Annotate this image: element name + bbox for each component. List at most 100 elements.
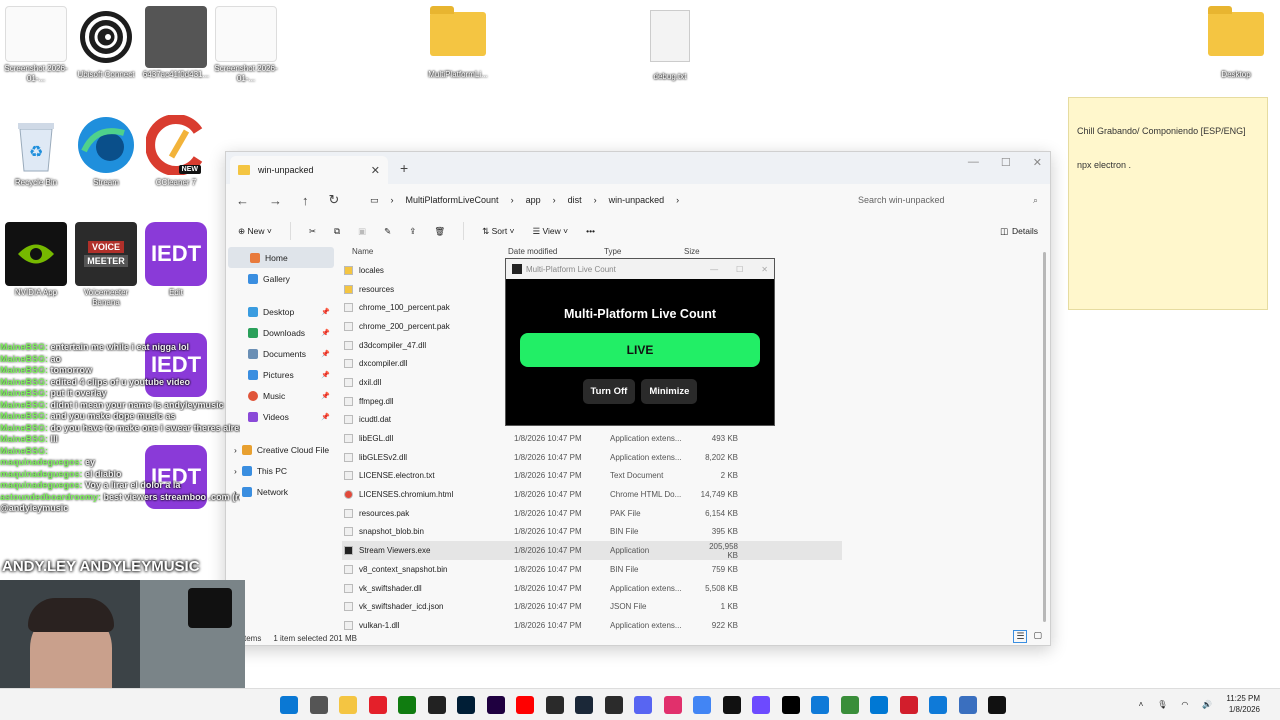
scrollbar[interactable] bbox=[1043, 252, 1046, 622]
file-row[interactable]: LICENSES.chromium.html 1/8/2026 10:47 PM C… bbox=[342, 485, 842, 504]
tab-win-unpacked[interactable]: win-unpacked ✕ bbox=[230, 156, 388, 184]
up-arrow-icon[interactable]: ↑ bbox=[302, 193, 309, 208]
taskbar-app-icon[interactable] bbox=[988, 696, 1006, 714]
taskbar-edge-alt-icon[interactable] bbox=[929, 696, 947, 714]
breadcrumb-item[interactable]: app bbox=[526, 195, 541, 205]
sidebar-item-videos[interactable]: Videos 📌 bbox=[226, 406, 336, 427]
desktop-icon-ubisoft-connect[interactable]: Ubisoft Connect bbox=[70, 6, 142, 80]
clock[interactable]: 11:25 PM 1/8/2026 bbox=[1226, 693, 1260, 715]
sidebar-item-music[interactable]: Music 📌 bbox=[226, 385, 336, 406]
desktop-icon-voicemeeter[interactable]: VOICE MEETER Voicemeeter Banana bbox=[70, 222, 142, 308]
file-row[interactable]: vk_swiftshader.dll 1/8/2026 10:47 PM Appli… bbox=[342, 579, 842, 598]
live-count-window[interactable]: Multi-Platform Live Count — ☐ ✕ Multi-Pl… bbox=[505, 258, 775, 426]
desktop-icon-multiplatform-folder[interactable]: MultiPlatformLi... bbox=[422, 6, 494, 80]
sidebar-item-home[interactable]: Home bbox=[228, 247, 334, 268]
sort-button[interactable]: ⇅ Sort ˅ bbox=[482, 226, 514, 237]
turn-off-button[interactable]: Turn Off bbox=[582, 379, 636, 404]
paste-icon[interactable]: ▣ bbox=[358, 226, 366, 237]
file-row[interactable]: Stream Viewers.exe 1/8/2026 10:47 PM Appli… bbox=[342, 541, 842, 560]
delete-icon[interactable]: 🗑 bbox=[434, 226, 445, 237]
sidebar-item-pictures[interactable]: Pictures 📌 bbox=[226, 364, 336, 385]
sidebar-item-this-pc[interactable]: › This PC bbox=[226, 460, 336, 481]
desktop-icon-nvidia-app[interactable]: NVIDIA App bbox=[0, 222, 72, 298]
desktop-icon-desktop-folder[interactable]: Desktop bbox=[1200, 6, 1272, 80]
column-name[interactable]: Name bbox=[342, 247, 508, 261]
taskbar-file-manager-icon[interactable] bbox=[309, 696, 328, 714]
more-options-button[interactable]: ••• bbox=[586, 226, 595, 236]
desktop-icon-edit[interactable]: IEDT Edit bbox=[140, 222, 212, 298]
chevron-up-icon[interactable]: ˄ bbox=[1139, 700, 1144, 709]
taskbar-windows-start-icon[interactable] bbox=[280, 696, 298, 714]
taskbar-minecraft-icon[interactable] bbox=[840, 696, 859, 714]
taskbar-epic-icon[interactable] bbox=[545, 696, 564, 714]
sidebar-item-creative-cloud[interactable]: › Creative Cloud File bbox=[226, 439, 336, 460]
taskbar-proton-icon[interactable] bbox=[752, 696, 770, 714]
breadcrumb-item[interactable]: MultiPlatformLiveCount bbox=[406, 195, 499, 205]
taskbar-instagram-icon[interactable] bbox=[663, 696, 682, 714]
close-window-icon[interactable]: ✕ bbox=[1033, 156, 1042, 169]
taskbar-folder-icon[interactable] bbox=[339, 696, 357, 714]
sidebar-item-gallery[interactable]: Gallery bbox=[226, 268, 336, 289]
minimize-button[interactable]: Minimize bbox=[641, 379, 698, 404]
desktop-icon-screenshot-2[interactable]: Screenshot 2026-01-... bbox=[210, 6, 282, 84]
refresh-icon[interactable]: ↻ bbox=[329, 192, 340, 208]
sidebar-item-documents[interactable]: Documents 📌 bbox=[226, 343, 336, 364]
maximize-window-icon[interactable]: ☐ bbox=[1001, 156, 1011, 169]
view-button[interactable]: ☰ View ˅ bbox=[533, 226, 569, 237]
minimize-window-icon[interactable]: — bbox=[710, 265, 718, 274]
file-row[interactable]: vulkan-1.dll 1/8/2026 10:47 PM Application… bbox=[342, 616, 842, 635]
sidebar-item-downloads[interactable]: Downloads 📌 bbox=[226, 322, 336, 343]
tiles-view-icon[interactable]: ▢ bbox=[1033, 630, 1042, 643]
taskbar-premiere-icon[interactable] bbox=[486, 696, 505, 714]
file-row[interactable]: libEGL.dll 1/8/2026 10:47 PM Application e… bbox=[342, 429, 842, 448]
taskbar-chrome-icon[interactable] bbox=[693, 696, 711, 714]
desktop-icon-stream[interactable]: Stream bbox=[70, 114, 142, 188]
taskbar-photoshop-icon[interactable] bbox=[457, 696, 475, 714]
live-button[interactable]: LIVE bbox=[520, 333, 760, 367]
sidebar-item-network[interactable]: › Network bbox=[226, 481, 336, 502]
desktop-icon-ccleaner[interactable]: NEW CCleaner 7 bbox=[140, 114, 212, 188]
search-input[interactable]: Search win-unpacked ⌕ bbox=[850, 188, 1046, 212]
back-arrow-icon[interactable]: ← bbox=[236, 193, 249, 208]
file-row[interactable]: libGLESv2.dll 1/8/2026 10:47 PM Applicatio… bbox=[342, 448, 842, 467]
details-view-icon[interactable]: ☰ bbox=[1013, 630, 1028, 643]
volume-icon[interactable]: 🔊 bbox=[1202, 700, 1212, 709]
close-window-icon[interactable]: ✕ bbox=[761, 265, 768, 274]
taskbar-edge-icon[interactable] bbox=[811, 696, 829, 714]
new-tab-icon[interactable]: + bbox=[400, 160, 408, 176]
taskbar-notepad-icon[interactable] bbox=[958, 696, 977, 714]
taskbar-capcut-red-icon[interactable] bbox=[899, 696, 918, 714]
minimize-window-icon[interactable]: — bbox=[968, 156, 979, 169]
taskbar-discord-icon[interactable] bbox=[634, 696, 652, 714]
file-row[interactable]: snapshot_blob.bin 1/8/2026 10:47 PM BIN Fi… bbox=[342, 523, 842, 542]
taskbar-steam-icon[interactable] bbox=[575, 696, 593, 714]
taskbar-capcut-icon[interactable] bbox=[781, 696, 800, 714]
share-icon[interactable]: ⇪ bbox=[409, 226, 416, 237]
wifi-icon[interactable]: ◠ bbox=[1181, 700, 1188, 709]
desktop-icon-recycle-bin[interactable]: ♻ Recycle Bin bbox=[0, 114, 72, 188]
file-row[interactable]: resources.pak 1/8/2026 10:47 PM PAK File 6,… bbox=[342, 504, 842, 523]
taskbar-unity-icon[interactable] bbox=[427, 696, 446, 714]
file-row[interactable]: vk_swiftshader_icd.json 1/8/2026 10:47 PM… bbox=[342, 597, 842, 616]
taskbar-opera-icon[interactable] bbox=[368, 696, 387, 714]
breadcrumb-item[interactable]: win-unpacked bbox=[609, 195, 665, 205]
cut-icon[interactable]: ✂ bbox=[309, 226, 316, 237]
breadcrumb-item[interactable]: dist bbox=[568, 195, 582, 205]
desktop-icon-photo[interactable]: 6437ac41f0d431... bbox=[140, 6, 212, 80]
copy-icon[interactable]: ⧉ bbox=[334, 226, 340, 237]
close-tab-icon[interactable]: ✕ bbox=[371, 164, 380, 177]
sticky-note[interactable]: Chill Grabando/ Componiendo [ESP/ENG] np… bbox=[1068, 97, 1268, 310]
maximize-window-icon[interactable]: ☐ bbox=[736, 265, 743, 274]
microphone-tray-icon[interactable]: 🎙 bbox=[1157, 700, 1167, 709]
taskbar-photos-icon[interactable] bbox=[870, 696, 888, 714]
file-row[interactable]: LICENSE.electron.txt 1/8/2026 10:47 PM Tex… bbox=[342, 467, 842, 486]
sidebar-item-desktop[interactable]: Desktop 📌 bbox=[226, 301, 336, 322]
desktop-icon-debug-txt[interactable]: debug.txt bbox=[634, 6, 706, 82]
taskbar-xbox-icon[interactable] bbox=[398, 696, 416, 714]
taskbar-tiktok-icon[interactable] bbox=[722, 696, 741, 714]
file-row[interactable]: v8_context_snapshot.bin 1/8/2026 10:47 PM… bbox=[342, 560, 842, 579]
taskbar-obs-icon[interactable] bbox=[604, 696, 623, 714]
new-button[interactable]: ⊕ New ˅ bbox=[238, 226, 272, 237]
taskbar-youtube-icon[interactable] bbox=[516, 696, 534, 714]
forward-arrow-icon[interactable]: → bbox=[269, 193, 282, 208]
